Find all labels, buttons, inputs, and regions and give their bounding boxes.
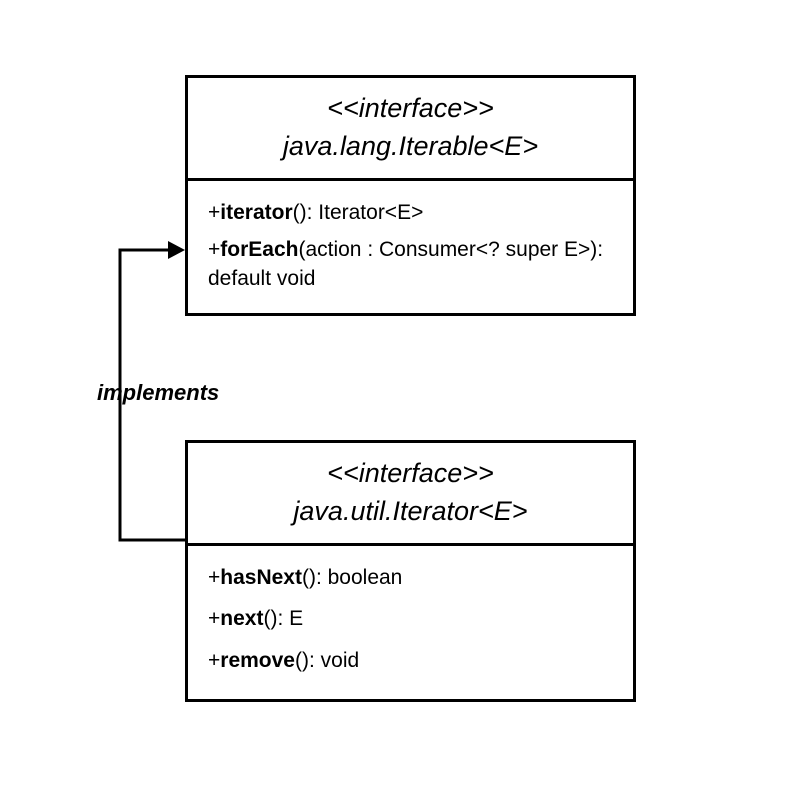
method-row: +next(): E bbox=[208, 601, 613, 637]
method-prefix: + bbox=[208, 649, 220, 672]
stereotype-label: <<interface>> bbox=[208, 455, 613, 493]
method-signature: (): void bbox=[295, 649, 359, 672]
uml-body-iterable: +iterator(): Iterator<E> +forEach(action… bbox=[188, 181, 633, 313]
uml-body-iterator: +hasNext(): boolean +next(): E +remove()… bbox=[188, 546, 633, 699]
method-name: hasNext bbox=[220, 566, 302, 589]
method-prefix: + bbox=[208, 201, 220, 224]
method-signature: (): Iterator<E> bbox=[293, 201, 424, 224]
uml-class-iterable: <<interface>> java.lang.Iterable<E> +ite… bbox=[185, 75, 636, 316]
method-row: +hasNext(): boolean bbox=[208, 560, 613, 596]
method-signature: (): boolean bbox=[302, 566, 402, 589]
uml-header-iterable: <<interface>> java.lang.Iterable<E> bbox=[188, 78, 633, 181]
relationship-label: implements bbox=[97, 380, 219, 406]
method-name: iterator bbox=[220, 201, 292, 224]
method-prefix: + bbox=[208, 566, 220, 589]
uml-header-iterator: <<interface>> java.util.Iterator<E> bbox=[188, 443, 633, 546]
method-row: +iterator(): Iterator<E> bbox=[208, 195, 613, 231]
class-name: java.util.Iterator<E> bbox=[208, 493, 613, 531]
method-row: +forEach(action : Consumer<? super E>): … bbox=[208, 236, 613, 293]
method-signature: (): E bbox=[263, 607, 303, 630]
method-name: forEach bbox=[220, 238, 298, 261]
stereotype-label: <<interface>> bbox=[208, 90, 613, 128]
method-row: +remove(): void bbox=[208, 643, 613, 679]
method-name: remove bbox=[220, 649, 295, 672]
uml-class-iterator: <<interface>> java.util.Iterator<E> +has… bbox=[185, 440, 636, 702]
method-prefix: + bbox=[208, 607, 220, 630]
method-name: next bbox=[220, 607, 263, 630]
method-prefix: + bbox=[208, 238, 220, 261]
class-name: java.lang.Iterable<E> bbox=[208, 128, 613, 166]
